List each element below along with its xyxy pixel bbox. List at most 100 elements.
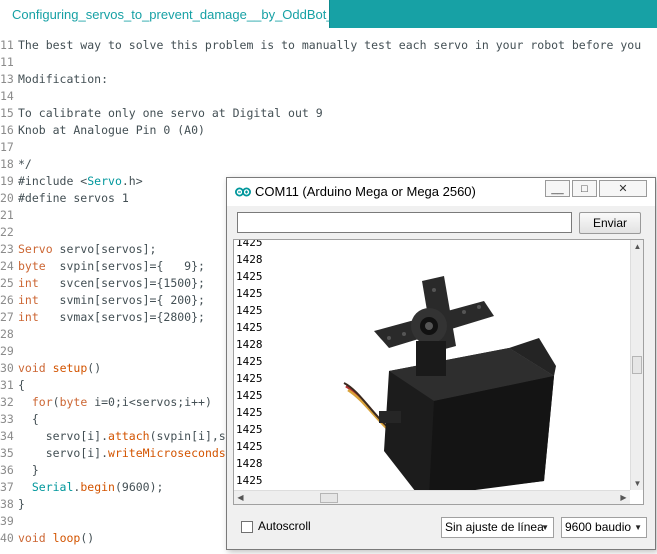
code-line: 25 int svcen[servos]={1500}; bbox=[0, 275, 205, 292]
code-line: 14 bbox=[0, 88, 18, 105]
chevron-down-icon: ▼ bbox=[634, 523, 642, 532]
code-token: byte bbox=[18, 259, 46, 273]
serial-output-line: 1425 bbox=[236, 372, 263, 385]
code-token: svcen[servos]={1500}; bbox=[38, 276, 205, 290]
line-number: 32 bbox=[0, 395, 14, 409]
code-line: 22 bbox=[0, 224, 18, 241]
code-line: 16 Knob at Analogue Pin 0 (A0) bbox=[0, 122, 205, 139]
serial-monitor-window: COM11 (Arduino Mega or Mega 2560) __ □ ✕… bbox=[226, 177, 656, 550]
code-line: 24 byte svpin[servos]={ 9}; bbox=[0, 258, 205, 275]
code-token: svmin[servos]={ 200}; bbox=[38, 293, 205, 307]
code-token: .h> bbox=[121, 174, 143, 188]
code-token: { bbox=[18, 378, 25, 392]
line-number: 24 bbox=[0, 259, 14, 273]
code-line: 27 int svmax[servos]={2800}; bbox=[0, 309, 205, 326]
code-line: 17 bbox=[0, 139, 18, 156]
code-line: 30 void setup() bbox=[0, 360, 101, 377]
code-line: 32 for(byte i=0;i<servos;i++) bbox=[0, 394, 212, 411]
serial-output-line: 1425 bbox=[236, 239, 263, 249]
scroll-left-icon[interactable]: ◀ bbox=[234, 491, 247, 504]
serial-output-line: 1428 bbox=[236, 338, 263, 351]
line-number: 20 bbox=[0, 191, 14, 205]
scroll-up-icon[interactable]: ▲ bbox=[631, 240, 643, 253]
code-line: 23 Servo servo[servos]; bbox=[0, 241, 156, 258]
code-token: svpin[servos]={ 9}; bbox=[45, 259, 205, 273]
code-line: 38} bbox=[0, 496, 25, 513]
minimize-button[interactable]: __ bbox=[545, 180, 570, 197]
code-token: void bbox=[18, 531, 46, 545]
code-line: 35 servo[i].writeMicroseconds bbox=[0, 445, 226, 462]
line-ending-value: Sin ajuste de línea bbox=[445, 520, 544, 534]
code-token: int bbox=[18, 310, 39, 324]
code-line: 11 The best way to solve this problem is … bbox=[0, 37, 641, 54]
code-token: () bbox=[87, 361, 102, 375]
chevron-down-icon: ▼ bbox=[541, 523, 549, 532]
code-line: 29 bbox=[0, 343, 18, 360]
code-line: 26 int svmin[servos]={ 200}; bbox=[0, 292, 205, 309]
horizontal-scroll-thumb[interactable] bbox=[320, 493, 338, 503]
code-token: #include < bbox=[18, 174, 88, 188]
line-number: 14 bbox=[0, 89, 14, 103]
line-number: 23 bbox=[0, 242, 14, 256]
line-number: 11 bbox=[0, 38, 14, 52]
line-number: 39 bbox=[0, 514, 14, 528]
code-token: begin bbox=[80, 480, 115, 494]
code-line: 34 servo[i].attach(svpin[i],s bbox=[0, 428, 226, 445]
baud-rate-select[interactable]: 9600 baudio ▼ bbox=[561, 517, 647, 538]
serial-output-line: 1425 bbox=[236, 423, 263, 436]
code-line: 13 Modification: bbox=[0, 71, 108, 88]
code-token: (9600); bbox=[114, 480, 164, 494]
serial-monitor-titlebar[interactable]: COM11 (Arduino Mega or Mega 2560) __ □ ✕ bbox=[227, 178, 655, 206]
code-token: loop bbox=[52, 531, 81, 545]
autoscroll-checkbox[interactable] bbox=[241, 521, 253, 533]
line-number: 21 bbox=[0, 208, 14, 222]
serial-output[interactable]: 1425 1428 1425 1425 1425 1425 1428 1425 1425 1425… bbox=[233, 239, 644, 505]
serial-output-line: 1425 bbox=[236, 270, 263, 283]
line-number: 35 bbox=[0, 446, 14, 460]
line-number: 33 bbox=[0, 412, 14, 426]
vertical-scrollbar[interactable]: ▲ ▼ bbox=[630, 240, 643, 490]
close-button[interactable]: ✕ bbox=[599, 180, 647, 197]
code-token: Knob at Analogue Pin 0 (A0) bbox=[18, 123, 205, 137]
line-number: 36 bbox=[0, 463, 14, 477]
code-token: } bbox=[18, 497, 25, 511]
code-token: #define servos 1 bbox=[18, 191, 129, 205]
line-number: 38 bbox=[0, 497, 14, 511]
scroll-right-icon[interactable]: ▶ bbox=[617, 491, 630, 504]
line-number: 30 bbox=[0, 361, 14, 375]
line-number: 40 bbox=[0, 531, 14, 545]
code-line: 33 { bbox=[0, 411, 39, 428]
send-button[interactable]: Enviar bbox=[579, 212, 641, 234]
send-input[interactable] bbox=[237, 212, 572, 233]
code-token: int bbox=[18, 276, 39, 290]
code-line: 28 bbox=[0, 326, 18, 343]
serial-output-line: 1428 bbox=[236, 253, 263, 266]
code-line: 11 bbox=[0, 54, 18, 71]
arduino-logo-icon bbox=[235, 187, 251, 197]
serial-output-line: 1425 bbox=[236, 321, 263, 334]
serial-output-line: 1425 bbox=[236, 355, 263, 368]
code-token: servo[i]. bbox=[45, 446, 109, 460]
code-line: 36 } bbox=[0, 462, 39, 479]
code-token: for bbox=[31, 395, 53, 409]
line-number: 28 bbox=[0, 327, 14, 341]
code-line: 18 */ bbox=[0, 156, 32, 173]
code-line: 20 #define servos 1 bbox=[0, 190, 129, 207]
line-number: 11 bbox=[0, 55, 14, 69]
vertical-scroll-thumb[interactable] bbox=[632, 356, 642, 374]
scroll-down-icon[interactable]: ▼ bbox=[631, 477, 643, 490]
line-number: 19 bbox=[0, 174, 14, 188]
serial-output-line: 1425 bbox=[236, 389, 263, 402]
code-token: The best way to solve this problem is to… bbox=[18, 38, 642, 52]
line-number: 18 bbox=[0, 157, 14, 171]
code-token: servo[servos]; bbox=[52, 242, 157, 256]
tab-sketch[interactable]: Configuring_servos_to_prevent_damage__by… bbox=[0, 0, 334, 28]
line-ending-select[interactable]: Sin ajuste de línea ▼ bbox=[441, 517, 554, 538]
code-token: () bbox=[80, 531, 95, 545]
horizontal-scrollbar[interactable]: ◀ ▶ bbox=[234, 490, 630, 504]
maximize-button[interactable]: □ bbox=[572, 180, 597, 197]
